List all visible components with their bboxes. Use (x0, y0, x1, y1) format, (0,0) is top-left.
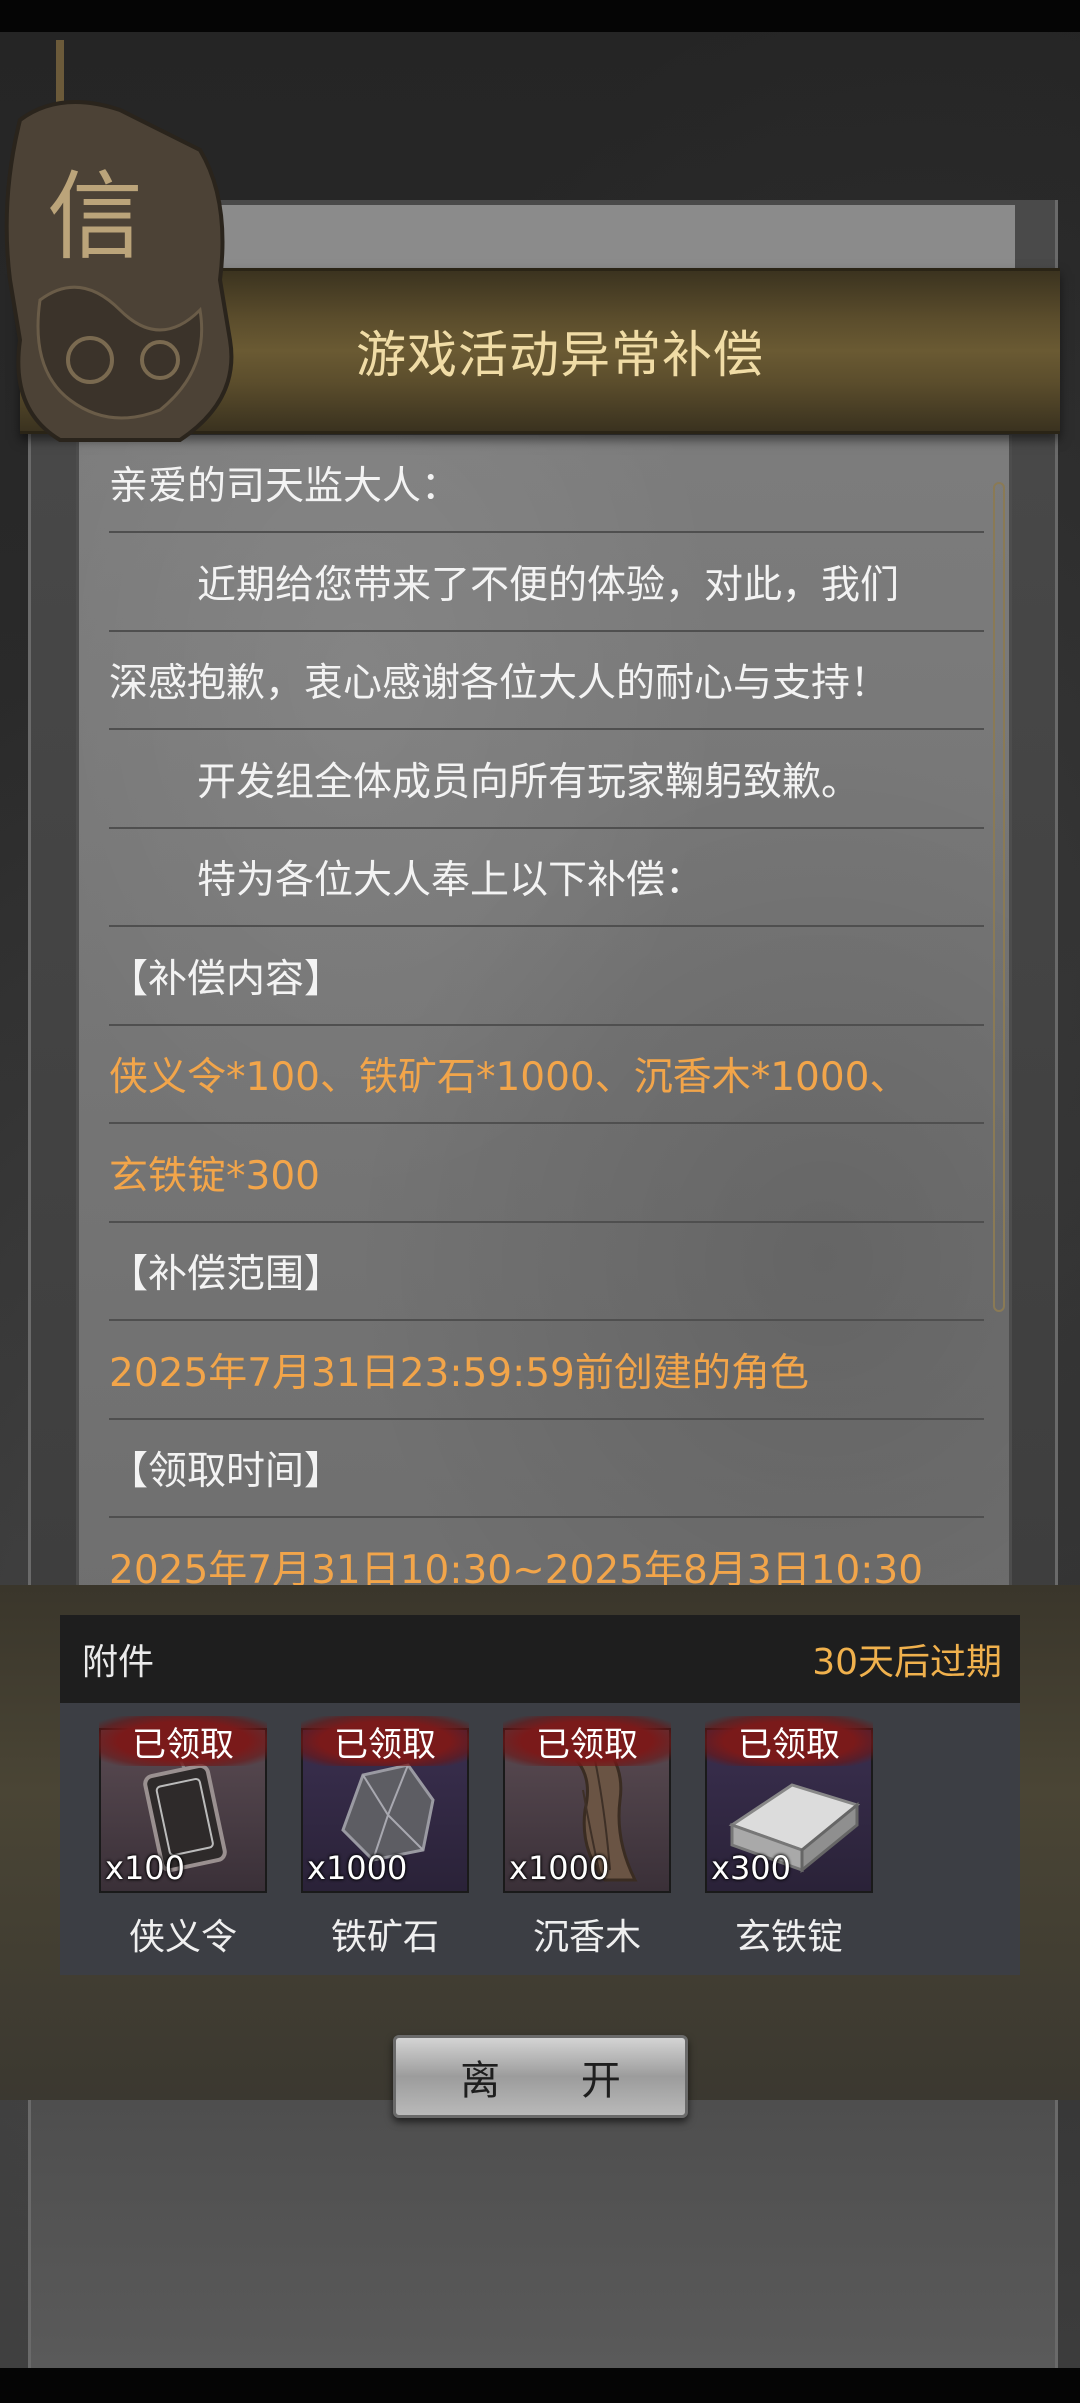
seal-pendant-icon: 信 (4, 40, 234, 442)
item-name: 侠义令 (128, 1917, 237, 1958)
mail-title: 游戏活动异常补偿 (356, 326, 764, 384)
scrollbar[interactable] (993, 482, 1005, 1312)
mail-line: 【领取时间】 (109, 1420, 984, 1518)
mail-line: 侠义令*100、铁矿石*1000、沉香木*1000、 (109, 1026, 984, 1124)
expire-text: 30天后过期 (812, 1642, 1002, 1683)
mail-line: 【补偿内容】 (109, 928, 984, 1026)
attachment-item[interactable]: x1000 已领取 铁矿石 (301, 1716, 471, 1958)
mail-line: 玄铁锭*300 (109, 1125, 984, 1223)
item-name: 玄铁锭 (734, 1917, 843, 1958)
attachment-item[interactable]: x100 已领取 侠义令 (99, 1716, 269, 1958)
mail-line: 特为各位大人奉上以下补偿： (109, 829, 984, 927)
mail-line: 开发组全体成员向所有玩家鞠躬致歉。 (109, 731, 984, 829)
status-bar (0, 0, 1080, 32)
leave-button[interactable]: 离 开 (393, 2035, 688, 2118)
claimed-badge: 已领取 (503, 1716, 671, 1766)
attachment-label: 附件 (82, 1642, 155, 1683)
attachment-item[interactable]: x300 已领取 玄铁锭 (705, 1716, 875, 1958)
claimed-badge: 已领取 (705, 1716, 873, 1766)
item-name: 铁矿石 (330, 1917, 439, 1958)
item-quantity: x1000 (509, 1849, 610, 1887)
attachment-header: 附件 30天后过期 (60, 1615, 1020, 1703)
mail-content[interactable]: 亲爱的司天监大人： 近期给您带来了不便的体验，对此，我们 深感抱歉，衷心感谢各位大人… (76, 435, 1012, 1610)
seal-character: 信 (47, 161, 143, 273)
item-quantity: x300 (711, 1849, 792, 1887)
item-name: 沉香木 (532, 1917, 641, 1958)
mail-line: 【补偿范围】 (109, 1223, 984, 1321)
attachment-item[interactable]: x1000 已领取 沉香木 (503, 1716, 673, 1958)
mail-line: 近期给您带来了不便的体验，对此，我们 (109, 534, 984, 632)
claimed-badge: 已领取 (99, 1716, 267, 1766)
item-quantity: x1000 (307, 1849, 408, 1887)
mail-line: 2025年7月31日23:59:59前创建的角色 (109, 1322, 984, 1420)
claimed-badge: 已领取 (301, 1716, 469, 1766)
item-quantity: x100 (105, 1849, 186, 1887)
navigation-bar (0, 2368, 1080, 2403)
mail-line: 深感抱歉，衷心感谢各位大人的耐心与支持！ (109, 632, 984, 730)
